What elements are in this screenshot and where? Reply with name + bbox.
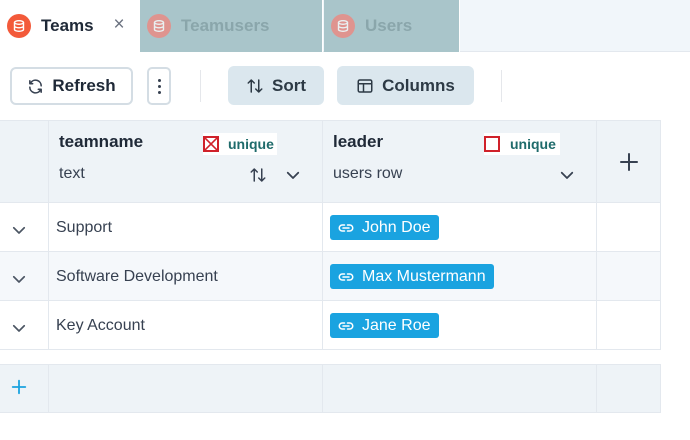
close-icon[interactable]: × — [110, 14, 128, 36]
chevron-down-icon[interactable] — [10, 319, 28, 337]
database-icon — [331, 14, 355, 38]
cell-teamname[interactable]: Software Development — [56, 268, 218, 286]
table-row: Support John Doe — [0, 203, 661, 252]
leader-link-chip[interactable]: Max Mustermann — [330, 264, 494, 289]
tab-label: Teams — [41, 16, 94, 35]
unique-checkbox[interactable] — [484, 136, 500, 152]
chevron-down-icon[interactable] — [284, 166, 302, 184]
column-title-leader[interactable]: leader — [333, 132, 383, 152]
column-divider — [660, 121, 661, 350]
cell-teamname[interactable]: Support — [56, 219, 112, 237]
refresh-button[interactable]: Refresh — [10, 67, 133, 105]
column-divider — [48, 365, 49, 413]
sort-icon[interactable] — [249, 166, 267, 184]
tab-teams[interactable]: Teams × — [0, 0, 140, 52]
column-divider — [48, 121, 49, 350]
tab-bar: Teams × Teamusers Users — [0, 0, 690, 52]
more-options-button[interactable] — [147, 67, 171, 105]
toolbar-divider — [501, 70, 502, 102]
refresh-icon — [29, 78, 43, 94]
chevron-down-icon[interactable] — [10, 221, 28, 239]
column-divider — [322, 121, 323, 350]
column-divider — [596, 365, 597, 413]
unique-toggle-leader[interactable]: unique — [484, 133, 560, 155]
more-vertical-icon — [157, 78, 161, 94]
link-icon — [338, 223, 354, 232]
toolbar-divider — [200, 70, 201, 102]
add-row-bar[interactable] — [0, 364, 661, 413]
column-type-leader: users row — [333, 165, 403, 182]
unique-label: unique — [228, 136, 274, 152]
chevron-down-icon[interactable] — [558, 166, 576, 184]
column-title-teamname[interactable]: teamname — [59, 132, 143, 152]
refresh-label: Refresh — [52, 76, 116, 95]
chip-label: John Doe — [362, 218, 431, 236]
tab-label: Teamusers — [181, 16, 270, 35]
sort-label: Sort — [272, 75, 306, 95]
chip-label: Max Mustermann — [362, 267, 486, 285]
column-divider — [322, 365, 323, 413]
chevron-down-icon[interactable] — [10, 270, 28, 288]
plus-icon[interactable] — [10, 378, 28, 396]
sort-button[interactable]: Sort — [228, 66, 324, 105]
leader-link-chip[interactable]: Jane Roe — [330, 313, 439, 338]
unique-toggle-teamname[interactable]: unique — [203, 133, 277, 155]
columns-button[interactable]: Columns — [337, 66, 474, 105]
columns-icon — [357, 78, 373, 93]
leader-link-chip[interactable]: John Doe — [330, 215, 439, 240]
tab-teamusers[interactable]: Teamusers — [140, 0, 323, 52]
add-column-button[interactable] — [597, 121, 661, 202]
cell-teamname[interactable]: Key Account — [56, 317, 145, 335]
database-icon — [7, 14, 31, 38]
link-icon — [338, 272, 354, 281]
column-divider — [660, 365, 661, 413]
tab-users[interactable]: Users — [324, 0, 460, 52]
link-icon — [338, 321, 354, 330]
columns-label: Columns — [382, 75, 455, 95]
chip-label: Jane Roe — [362, 316, 431, 334]
tab-label: Users — [365, 16, 413, 35]
column-type-teamname: text — [59, 165, 85, 182]
database-icon — [147, 14, 171, 38]
plus-icon — [620, 152, 638, 171]
table-row: Software Development Max Mustermann — [0, 252, 661, 301]
toolbar: Refresh Sort Columns — [0, 52, 690, 120]
table-row: Key Account Jane Roe — [0, 301, 661, 350]
unique-label: unique — [510, 136, 556, 152]
column-divider — [596, 121, 597, 350]
sort-icon — [247, 78, 263, 93]
unique-checkbox-checked[interactable] — [203, 136, 219, 152]
